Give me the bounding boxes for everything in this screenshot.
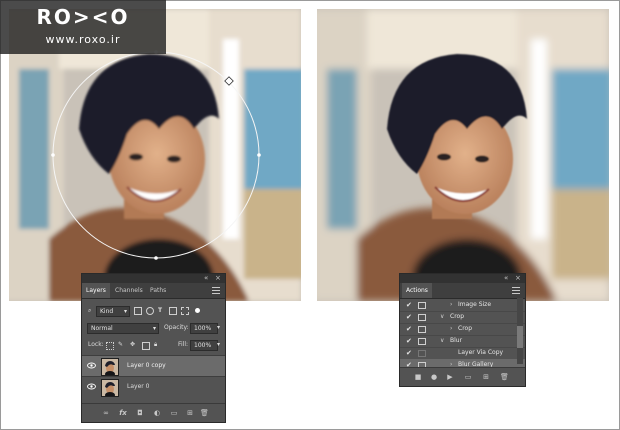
panel-topbar: « ×: [400, 274, 525, 283]
filter-kind-value: Kind: [100, 308, 114, 315]
filter-shape-icon[interactable]: [169, 307, 177, 315]
filter-toggle-icon[interactable]: [195, 308, 200, 313]
watermark-url: www.roxo.ir: [45, 33, 121, 46]
dialog-toggle-icon[interactable]: [418, 338, 426, 345]
watermark: RO><O www.roxo.ir: [0, 0, 166, 54]
panel-topbar: « ×: [82, 274, 225, 283]
fill-field[interactable]: 100%: [190, 340, 218, 351]
chevron-down-icon[interactable]: ▾: [217, 340, 220, 349]
chevron-down-icon[interactable]: ∨: [440, 335, 444, 347]
check-icon[interactable]: ✔: [406, 299, 412, 311]
tab-layers[interactable]: Layers: [82, 283, 110, 298]
new-layer-icon[interactable]: ⊞: [186, 409, 194, 417]
tab-channels[interactable]: Channels: [111, 283, 147, 298]
filter-smart-object-icon[interactable]: [181, 307, 189, 315]
eye-icon[interactable]: [87, 383, 96, 390]
action-label[interactable]: Layer Via Copy: [458, 347, 503, 359]
layer-name[interactable]: Layer 0 copy: [127, 356, 166, 376]
layer-name[interactable]: Layer 0: [127, 377, 149, 397]
layer-thumbnail: [101, 358, 119, 376]
filter-adjustment-icon[interactable]: [146, 307, 154, 315]
actions-tabs: Actions: [400, 283, 525, 299]
search-icon: ⌕: [88, 307, 92, 314]
close-panel-button[interactable]: ×: [515, 274, 521, 283]
blend-mode-value: Normal: [91, 325, 113, 332]
action-label[interactable]: Crop: [450, 311, 464, 323]
chevron-right-icon[interactable]: ›: [450, 323, 452, 335]
check-icon[interactable]: ✔: [406, 347, 412, 359]
dialog-toggle-icon[interactable]: [418, 350, 426, 357]
chevron-down-icon[interactable]: ▾: [217, 323, 220, 332]
trash-icon[interactable]: 🗑︎: [200, 409, 209, 417]
tab-actions[interactable]: Actions: [402, 283, 432, 298]
eye-icon[interactable]: [87, 362, 96, 369]
lock-label: Lock:: [88, 341, 104, 348]
panel-menu-icon[interactable]: [512, 287, 520, 294]
blend-row: Normal ▾ Opacity: 100% ▾: [82, 322, 225, 334]
opacity-label: Opacity:: [164, 324, 189, 331]
record-icon[interactable]: ●: [430, 373, 438, 381]
action-label[interactable]: Image Size: [458, 299, 491, 311]
action-label[interactable]: Crop: [458, 323, 472, 335]
fx-icon[interactable]: fx: [119, 409, 127, 417]
dialog-toggle-icon[interactable]: [418, 302, 426, 309]
tab-paths[interactable]: Paths: [146, 283, 170, 298]
fill-label: Fill:: [178, 341, 189, 348]
lock-transparent-icon[interactable]: [106, 342, 114, 350]
collapse-panel-button[interactable]: «: [204, 274, 208, 283]
actions-scrollbar[interactable]: [517, 298, 523, 364]
lock-position-icon[interactable]: ✥: [130, 340, 135, 349]
lock-all-icon[interactable]: 🔒︎: [154, 340, 157, 349]
photo-image-result: [317, 9, 609, 301]
check-icon[interactable]: ✔: [406, 311, 412, 323]
link-icon[interactable]: ∞: [102, 409, 110, 417]
fill-value: 100%: [194, 342, 212, 349]
layer-row[interactable]: Layer 0: [82, 376, 225, 397]
opacity-field[interactable]: 100%: [190, 323, 218, 334]
scrollbar-thumb[interactable]: [517, 326, 523, 348]
layers-panel: « × Layers Channels Paths ⌕ Kind ▾ T Nor…: [82, 274, 225, 422]
lock-row: Lock: ✎ ✥ 🔒︎ Fill: 100% ▾: [82, 339, 225, 351]
new-action-icon[interactable]: ⊞: [482, 373, 490, 381]
lock-pixels-icon[interactable]: ✎: [118, 340, 123, 349]
photo-result-blurred: [317, 9, 609, 301]
filter-kind-select[interactable]: Kind ▾: [96, 306, 130, 317]
chevron-down-icon: ▾: [152, 325, 156, 332]
blend-mode-select[interactable]: Normal ▾: [87, 323, 159, 334]
watermark-logo: RO><O: [36, 5, 130, 29]
action-label[interactable]: Blur: [450, 335, 462, 347]
actions-footer: ■ ● ▶ ▭ ⊞ 🗑︎: [400, 367, 525, 386]
chevron-down-icon: ▾: [123, 308, 127, 315]
play-icon[interactable]: ▶: [446, 373, 454, 381]
panel-menu-icon[interactable]: [212, 287, 220, 294]
dialog-toggle-icon[interactable]: [418, 326, 426, 333]
close-panel-button[interactable]: ×: [215, 274, 221, 283]
check-icon[interactable]: ✔: [406, 335, 412, 347]
collapse-panel-button[interactable]: «: [504, 274, 508, 283]
layers-tabs: Layers Channels Paths: [82, 283, 225, 299]
chevron-right-icon[interactable]: ›: [450, 299, 452, 311]
filter-type-icon[interactable]: T: [158, 306, 162, 315]
filter-pixel-icon[interactable]: [134, 307, 142, 315]
group-folder-icon[interactable]: ▭: [170, 409, 178, 417]
check-icon[interactable]: ✔: [406, 323, 412, 335]
filter-row: ⌕ Kind ▾ T: [82, 305, 225, 317]
layer-thumbnail: [101, 379, 119, 397]
mask-icon[interactable]: ◘: [136, 409, 144, 417]
lock-artboard-icon[interactable]: [142, 342, 150, 350]
adjustment-icon[interactable]: ◐: [153, 409, 161, 417]
dialog-toggle-icon[interactable]: [418, 314, 426, 321]
actions-panel: « × Actions ✔ › Image Size ✔ ∨ Crop ✔ › …: [400, 274, 525, 386]
stop-icon[interactable]: ■: [414, 373, 422, 381]
opacity-value: 100%: [194, 325, 212, 332]
trash-icon[interactable]: 🗑︎: [500, 373, 509, 381]
chevron-down-icon[interactable]: ∨: [440, 311, 444, 323]
layer-row[interactable]: Layer 0 copy: [82, 355, 225, 376]
layers-footer: ∞ fx ◘ ◐ ▭ ⊞ 🗑︎: [82, 403, 225, 422]
new-set-icon[interactable]: ▭: [464, 373, 472, 381]
